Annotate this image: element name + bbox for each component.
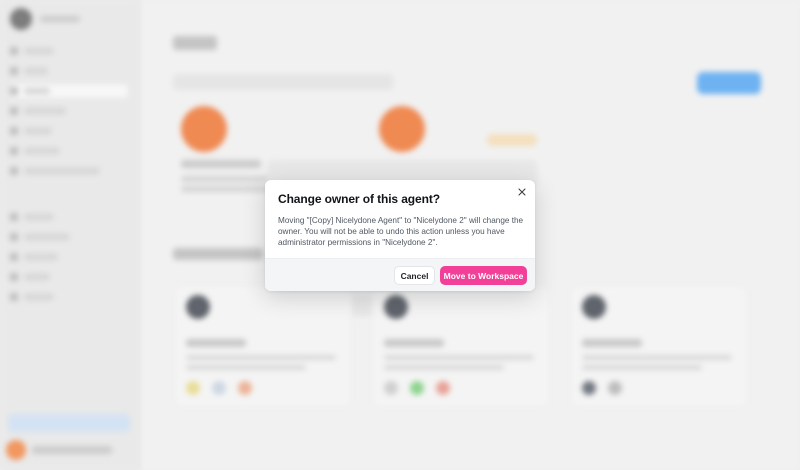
close-icon xyxy=(518,188,526,196)
dialog-footer: Cancel Move to Workspace xyxy=(265,258,535,291)
move-to-workspace-button[interactable]: Move to Workspace xyxy=(440,266,527,285)
change-owner-dialog: Change owner of this agent? Moving "[Cop… xyxy=(265,180,535,291)
dialog-message: Moving "[Copy] Nicelydone Agent" to "Nic… xyxy=(278,216,524,247)
dialog-title: Change owner of this agent? xyxy=(278,192,440,206)
cancel-button[interactable]: Cancel xyxy=(394,266,435,285)
close-button[interactable] xyxy=(515,185,529,199)
